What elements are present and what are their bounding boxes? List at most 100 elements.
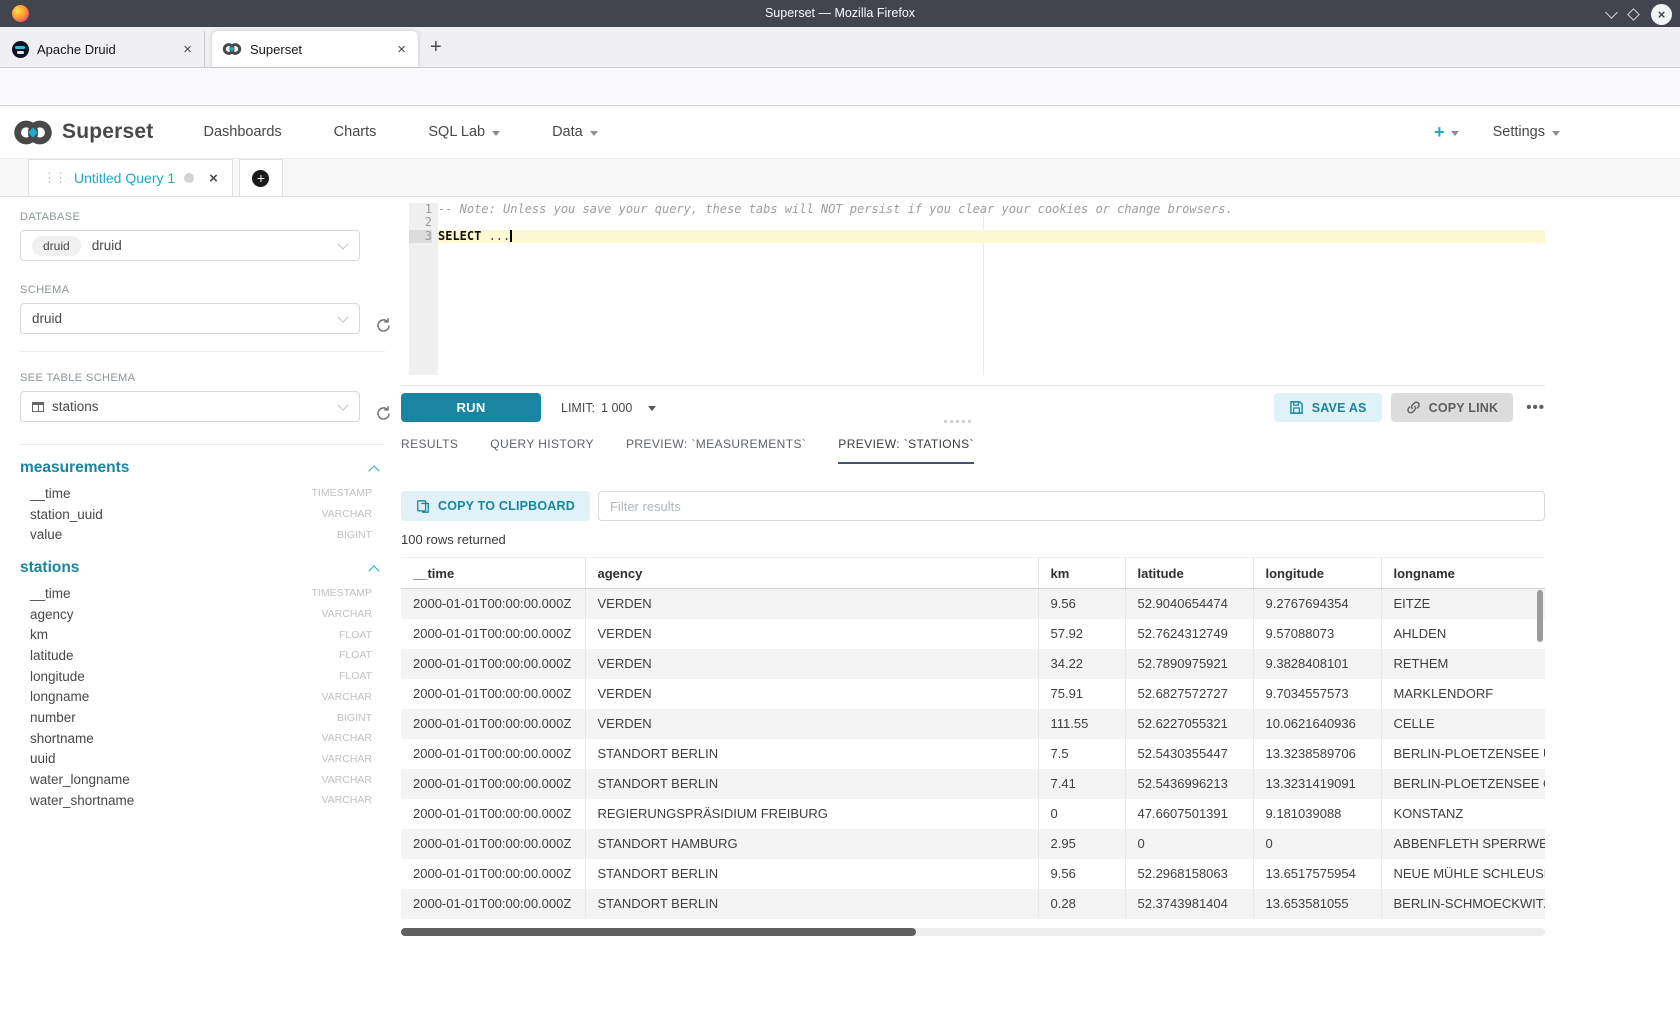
table-cell: 9.2767694354: [1253, 589, 1381, 619]
column-header[interactable]: longitude: [1253, 558, 1381, 589]
collapse-chevron-icon[interactable]: [368, 565, 379, 576]
table-row: 2000-01-01T00:00:00.000ZVERDEN111.5552.6…: [401, 709, 1545, 739]
drag-handle-icon[interactable]: ⋮⋮: [43, 170, 65, 186]
tab-close-icon[interactable]: ×: [181, 41, 194, 58]
clipboard-icon: [416, 499, 430, 514]
table-select[interactable]: stations: [20, 391, 360, 422]
chevron-down-icon: [1451, 131, 1459, 136]
refresh-schema-icon[interactable]: [375, 317, 392, 334]
table-cell: 47.6607501391: [1125, 799, 1253, 829]
table-row: 2000-01-01T00:00:00.000ZSTANDORT BERLIN9…: [401, 859, 1545, 889]
column-header[interactable]: longname: [1381, 558, 1545, 589]
table-cell: EITZE: [1381, 589, 1545, 619]
results-toolbar: COPY TO CLIPBOARD: [401, 491, 1545, 521]
browser-tab-superset[interactable]: Superset ×: [212, 31, 418, 67]
table-cell: 52.6227055321: [1125, 709, 1253, 739]
row-count-text: 100 rows returned: [401, 532, 506, 547]
sql-editor[interactable]: 1 2 3 -- Note: Unless you save your quer…: [401, 203, 1545, 380]
table-cell: ABBENFLETH SPERRWERK: [1381, 829, 1545, 859]
nav-charts[interactable]: Charts: [308, 124, 403, 140]
horizontal-scrollbar[interactable]: [401, 928, 1545, 936]
query-tab-close-icon[interactable]: ×: [209, 170, 218, 187]
unsaved-indicator-dot: [184, 173, 194, 183]
settings-menu[interactable]: Settings: [1493, 124, 1560, 140]
editor-comment-line: -- Note: Unless you save your query, the…: [438, 203, 1545, 216]
column-row: uuidVARCHAR: [20, 749, 372, 770]
table-cell: 2000-01-01T00:00:00.000Z: [401, 649, 585, 679]
window-minimize-icon[interactable]: [1605, 6, 1618, 19]
column-header[interactable]: agency: [585, 558, 1038, 589]
divider: [20, 444, 385, 445]
table-cell: VERDEN: [585, 679, 1038, 709]
editor-active-line: SELECT ...: [438, 230, 1545, 243]
results-tab[interactable]: QUERY HISTORY: [490, 437, 594, 464]
query-tab-active[interactable]: ⋮⋮ Untitled Query 1 ×: [28, 159, 233, 196]
column-type: VARCHAR: [321, 794, 372, 806]
more-actions-button[interactable]: •••: [1526, 399, 1545, 416]
text-cursor: [510, 230, 512, 242]
table-row: 2000-01-01T00:00:00.000ZVERDEN9.5652.904…: [401, 589, 1545, 619]
column-header[interactable]: km: [1038, 558, 1125, 589]
scrollbar-thumb[interactable]: [401, 928, 916, 936]
table-cell: 52.6827572727: [1125, 679, 1253, 709]
pane-splitter-handle[interactable]: [944, 420, 974, 423]
limit-dropdown[interactable]: LIMIT: 1 000: [561, 401, 656, 415]
column-type: BIGINT: [337, 712, 372, 724]
database-select[interactable]: druid druid: [20, 230, 360, 261]
window-close-icon[interactable]: ×: [1651, 4, 1672, 25]
column-type: VARCHAR: [321, 691, 372, 703]
copy-link-button[interactable]: COPY LINK: [1391, 393, 1514, 422]
nav-dashboards[interactable]: Dashboards: [177, 124, 307, 140]
table-row: 2000-01-01T00:00:00.000ZVERDEN34.2252.78…: [401, 649, 1545, 679]
column-row: water_longnameVARCHAR: [20, 769, 372, 790]
table-cell: 75.91: [1038, 679, 1125, 709]
column-name: __time: [30, 586, 312, 601]
browser-tab-label: Superset: [250, 42, 395, 57]
table-cell: NEUE MÜHLE SCHLEUSE OP: [1381, 859, 1545, 889]
table-cell: 0: [1253, 829, 1381, 859]
results-tab[interactable]: PREVIEW: `MEASUREMENTS`: [626, 437, 806, 464]
column-name: water_shortname: [30, 793, 321, 808]
new-tab-button[interactable]: +: [430, 37, 442, 57]
table-section-header[interactable]: measurements: [20, 459, 378, 477]
results-tab[interactable]: RESULTS: [401, 437, 458, 464]
run-button[interactable]: RUN: [401, 393, 541, 422]
schema-select[interactable]: druid: [20, 303, 360, 334]
column-header[interactable]: __time: [401, 558, 585, 589]
vertical-scrollbar-thumb[interactable]: [1537, 590, 1543, 642]
table-row: 2000-01-01T00:00:00.000ZSTANDORT HAMBURG…: [401, 829, 1545, 859]
limit-label: LIMIT:: [561, 401, 595, 415]
plus-circle-icon: +: [252, 170, 269, 187]
new-item-button[interactable]: +: [1434, 122, 1459, 143]
column-name: value: [30, 527, 337, 542]
results-tab[interactable]: PREVIEW: `STATIONS`: [838, 437, 974, 464]
editor-gutter: 1 2 3: [409, 203, 438, 375]
table-row: 2000-01-01T00:00:00.000ZSTANDORT BERLIN7…: [401, 739, 1545, 769]
refresh-tables-icon[interactable]: [375, 405, 392, 422]
tab-close-icon[interactable]: ×: [395, 41, 408, 58]
query-tab-title[interactable]: Untitled Query 1: [74, 170, 175, 186]
copy-to-clipboard-button[interactable]: COPY TO CLIPBOARD: [401, 491, 590, 521]
superset-brand[interactable]: Superset: [12, 120, 153, 145]
column-header[interactable]: latitude: [1125, 558, 1253, 589]
schema-label: SCHEMA: [20, 284, 390, 296]
table-row: 2000-01-01T00:00:00.000ZSTANDORT BERLIN7…: [401, 769, 1545, 799]
nav-data[interactable]: Data: [526, 124, 624, 140]
nav-sql-lab[interactable]: SQL Lab: [402, 124, 526, 140]
filter-results-input[interactable]: [598, 491, 1545, 521]
table-name: stations: [20, 559, 370, 577]
brand-name: Superset: [62, 120, 153, 144]
column-row: agencyVARCHAR: [20, 604, 372, 625]
table-cell: REGIERUNGSPRÄSIDIUM FREIBURG: [585, 799, 1038, 829]
table-cell: BERLIN-SCHMOECKWITZ: [1381, 889, 1545, 919]
chevron-down-icon: [492, 131, 500, 136]
collapse-chevron-icon[interactable]: [368, 465, 379, 476]
window-maximize-icon[interactable]: [1627, 8, 1640, 21]
table-cell: AHLDEN: [1381, 619, 1545, 649]
main-nav: Dashboards Charts SQL Lab Data: [177, 124, 623, 140]
save-as-button[interactable]: SAVE AS: [1274, 393, 1382, 422]
schema-tables: measurements__timeTIMESTAMPstation_uuidV…: [20, 459, 390, 811]
browser-tab-apache-druid[interactable]: Apache Druid ×: [2, 31, 205, 67]
new-query-tab-button[interactable]: +: [239, 159, 283, 196]
table-section-header[interactable]: stations: [20, 559, 378, 577]
